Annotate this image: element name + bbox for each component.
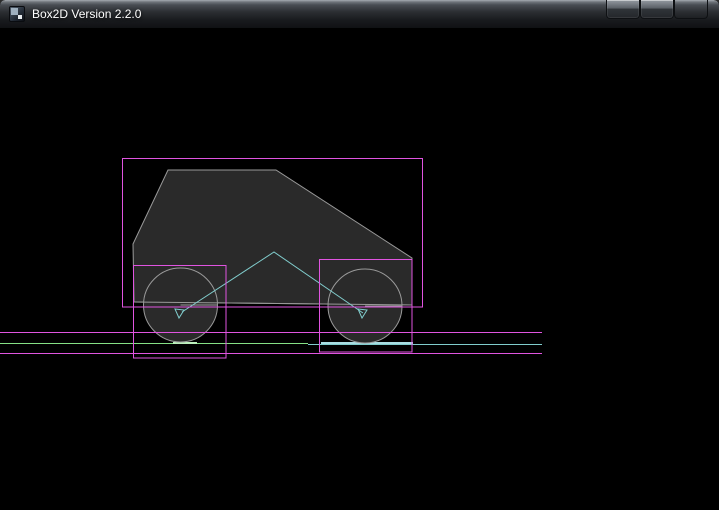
stats-overlay: Car Keys: left = a, brake = s, right = d… <box>0 480 719 510</box>
maximize-button[interactable] <box>640 0 674 19</box>
title-bar: Box2D Version 2.2.0 <box>0 0 719 28</box>
debug-draw-scene <box>0 0 542 475</box>
close-button[interactable] <box>674 0 708 19</box>
app-icon <box>9 6 25 22</box>
app-window: Box2D Version 2.2.0 Car Keys: left = a, … <box>0 0 719 510</box>
stats-line-keys: Keys: left = a, brake = s, right = d, hz… <box>0 498 719 510</box>
minimize-button[interactable] <box>606 0 640 19</box>
stats-line-title: Car <box>0 480 719 498</box>
simulation-canvas[interactable]: Car Keys: left = a, brake = s, right = d… <box>0 0 719 510</box>
window-title: Box2D Version 2.2.0 <box>32 7 141 21</box>
